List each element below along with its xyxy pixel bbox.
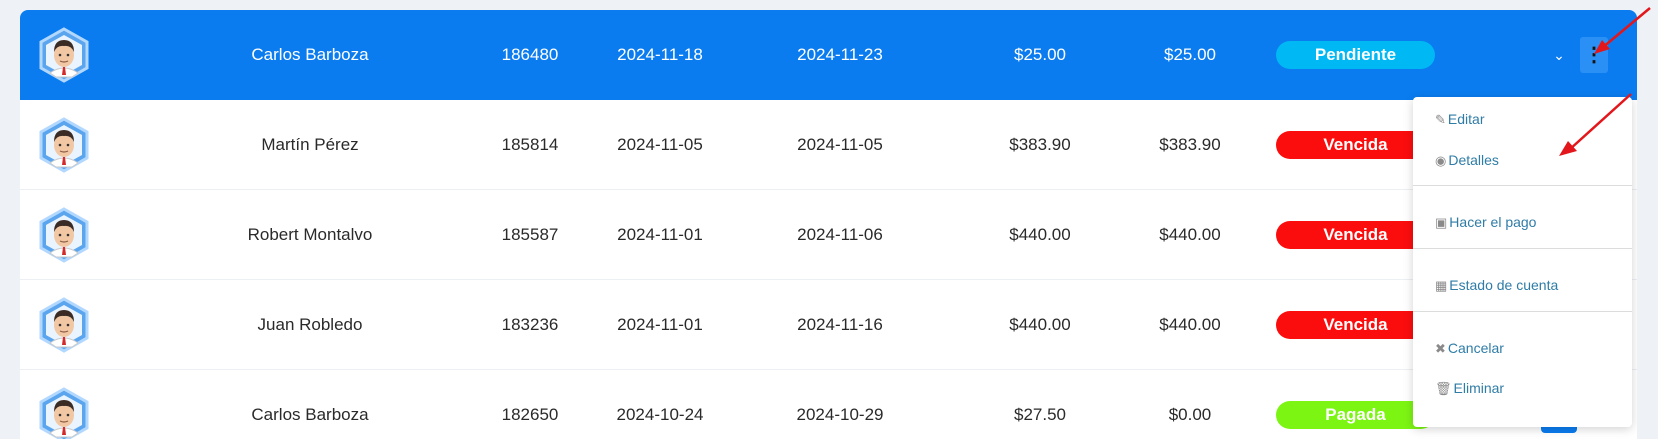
status-badge: Pendiente bbox=[1276, 41, 1435, 69]
divider bbox=[1413, 248, 1632, 249]
issue-date: 2024-10-24 bbox=[616, 405, 704, 424]
menu-item-eliminar[interactable]: 🗑 Eliminar bbox=[1435, 377, 1504, 399]
due-date: 2024-11-16 bbox=[797, 315, 883, 334]
avatar bbox=[39, 27, 89, 83]
due-date: 2024-11-06 bbox=[797, 225, 883, 244]
avatar bbox=[39, 297, 89, 353]
client-name: Juan Robledo bbox=[257, 315, 363, 334]
total-amount: $25.00 bbox=[1014, 45, 1066, 64]
total-amount: $440.00 bbox=[1009, 315, 1071, 334]
total-amount: $27.50 bbox=[1014, 405, 1066, 424]
x-icon: ✖ bbox=[1435, 341, 1446, 356]
annotation-arrow bbox=[1594, 7, 1651, 54]
balance-amount: $383.90 bbox=[1159, 135, 1221, 154]
divider bbox=[1413, 311, 1632, 312]
status-badge: Vencida bbox=[1276, 221, 1435, 249]
invoice-number: 185814 bbox=[501, 135, 559, 154]
due-date: 2024-11-05 bbox=[797, 135, 883, 154]
client-name: Carlos Barboza bbox=[251, 405, 369, 424]
menu-item-label: Estado de cuenta bbox=[1449, 277, 1559, 293]
balance-amount: $0.00 bbox=[1168, 405, 1212, 424]
client-name: Carlos Barboza bbox=[251, 45, 369, 64]
avatar bbox=[39, 207, 89, 263]
menu-item-label: Eliminar bbox=[1453, 380, 1505, 396]
table-row[interactable]: Carlos Barboza 182650 2024-10-24 2024-10… bbox=[20, 370, 1637, 439]
issue-date: 2024-11-05 bbox=[617, 135, 703, 154]
menu-item-label: Detalles bbox=[1448, 152, 1499, 168]
table-row[interactable]: Robert Montalvo 185587 2024-11-01 2024-1… bbox=[20, 190, 1637, 280]
total-amount: $383.90 bbox=[1009, 135, 1071, 154]
avatar bbox=[39, 387, 89, 439]
status-badge: Pagada bbox=[1276, 401, 1435, 429]
table-row[interactable]: Martín Pérez 185814 2024-11-05 2024-11-0… bbox=[20, 100, 1637, 190]
money-icon: ▣ bbox=[1435, 215, 1448, 230]
client-name: Robert Montalvo bbox=[247, 225, 373, 244]
invoice-table: Carlos Barboza 186480 2024-11-18 2024-11… bbox=[20, 10, 1637, 439]
menu-item-cancelar[interactable]: ✖ Cancelar bbox=[1435, 337, 1504, 359]
invoice-number: 185587 bbox=[501, 225, 559, 244]
balance-amount: $440.00 bbox=[1159, 315, 1221, 334]
chevron-down-icon: ⌄ bbox=[1553, 47, 1565, 63]
balance-amount: $440.00 bbox=[1159, 225, 1221, 244]
file-icon: ▦ bbox=[1435, 278, 1448, 293]
avatar bbox=[39, 117, 89, 173]
table-row[interactable]: Carlos Barboza 186480 2024-11-18 2024-11… bbox=[20, 10, 1637, 100]
edit-icon: ✎ bbox=[1435, 112, 1446, 127]
issue-date: 2024-11-18 bbox=[617, 45, 703, 64]
divider bbox=[1413, 185, 1632, 186]
menu-item-hacer-pago[interactable]: ▣ Hacer el pago bbox=[1435, 211, 1536, 233]
status-badge: Vencida bbox=[1276, 311, 1435, 339]
expand-button[interactable]: ⌄ bbox=[1541, 37, 1577, 73]
issue-date: 2024-11-01 bbox=[617, 315, 703, 334]
menu-item-estado-cuenta[interactable]: ▦ Estado de cuenta bbox=[1435, 274, 1558, 296]
table-row[interactable]: Juan Robledo 183236 2024-11-01 2024-11-1… bbox=[20, 280, 1637, 370]
menu-item-label: Hacer el pago bbox=[1449, 214, 1537, 230]
total-amount: $440.00 bbox=[1009, 225, 1071, 244]
annotation-arrow bbox=[1559, 93, 1632, 156]
menu-item-label: Cancelar bbox=[1447, 340, 1504, 356]
trash-icon: 🗑 bbox=[1435, 381, 1452, 396]
menu-item-detalles[interactable]: ◉ Detalles bbox=[1435, 149, 1499, 171]
eye-icon: ◉ bbox=[1435, 153, 1447, 168]
invoice-number: 186480 bbox=[501, 45, 559, 64]
balance-amount: $25.00 bbox=[1164, 45, 1216, 64]
menu-item-label: Editar bbox=[1447, 111, 1485, 127]
due-date: 2024-10-29 bbox=[796, 405, 884, 424]
menu-item-editar[interactable]: ✎ Editar bbox=[1435, 108, 1484, 130]
invoice-number: 182650 bbox=[501, 405, 559, 424]
due-date: 2024-11-23 bbox=[797, 45, 883, 64]
issue-date: 2024-11-01 bbox=[617, 225, 703, 244]
status-badge: Vencida bbox=[1276, 131, 1435, 159]
client-name: Martín Pérez bbox=[261, 135, 359, 154]
invoice-number: 183236 bbox=[501, 315, 559, 334]
